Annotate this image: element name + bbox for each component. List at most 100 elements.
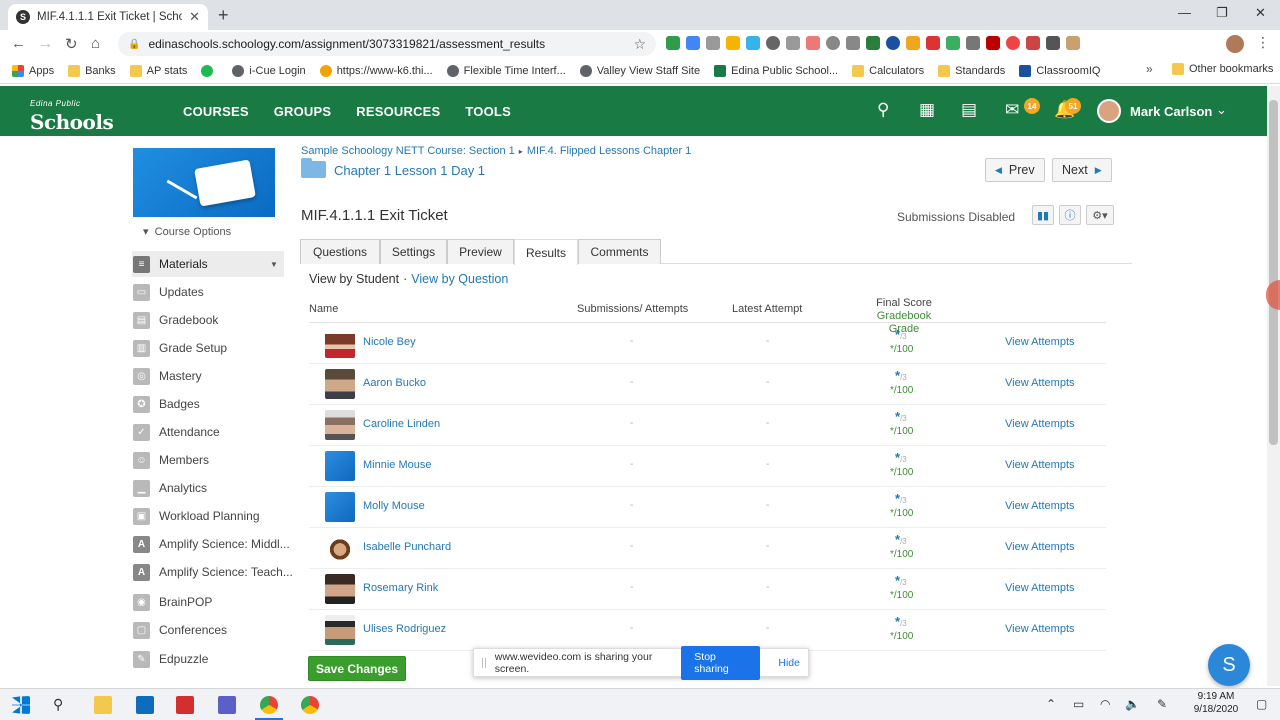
extension-7-icon[interactable] [786, 36, 800, 50]
chevron-down-icon[interactable]: ⌄ [1216, 102, 1227, 118]
extension-3-icon[interactable] [706, 36, 720, 50]
hide-button[interactable]: Hide [778, 657, 800, 669]
drag-handle-icon[interactable] [482, 657, 486, 668]
final-score[interactable]: */3 [895, 532, 907, 547]
forward-icon[interactable]: → [38, 35, 53, 52]
teams-icon[interactable] [218, 696, 236, 714]
wifi-icon[interactable]: ◠ [1100, 697, 1110, 711]
battery-icon[interactable]: ▭ [1073, 697, 1084, 711]
messages-icon[interactable]: ✉ [1005, 100, 1019, 120]
extension-19-icon[interactable] [1026, 36, 1040, 50]
view-attempts-link[interactable]: View Attempts [1005, 459, 1075, 471]
bookmark-flexible-time[interactable]: Flexible Time Interf... [446, 64, 566, 77]
final-score[interactable]: */3 [895, 327, 907, 342]
browser-menu-icon[interactable]: ⋮ [1256, 34, 1270, 51]
bookmark-k6[interactable]: https://www-k6.thi... [319, 64, 433, 77]
user-avatar[interactable] [1097, 99, 1121, 123]
outlook-icon[interactable] [136, 696, 154, 714]
bookmark-icue[interactable]: i-Cue Login [232, 64, 306, 77]
search-icon[interactable]: ⚲ [53, 696, 71, 714]
student-name[interactable]: Rosemary Rink [363, 582, 438, 594]
sidebar-item-members[interactable]: ☺ Members [133, 450, 209, 470]
bookmark-banks[interactable]: Banks [68, 64, 116, 77]
view-attempts-link[interactable]: View Attempts [1005, 336, 1075, 348]
back-icon[interactable]: ← [11, 35, 26, 52]
windows-start-icon[interactable] [12, 696, 30, 714]
tab-comments[interactable]: Comments [578, 239, 661, 264]
student-name[interactable]: Ulises Rodriguez [363, 623, 446, 635]
chrome-icon[interactable] [260, 696, 278, 714]
course-image[interactable] [133, 148, 275, 217]
extension-12-icon[interactable] [886, 36, 900, 50]
sidebar-item-attendance[interactable]: ✓ Attendance [133, 422, 220, 442]
file-explorer-icon[interactable] [94, 696, 112, 714]
nav-resources[interactable]: RESOURCES [356, 104, 440, 119]
view-attempts-link[interactable]: View Attempts [1005, 377, 1075, 389]
bookmark-edina-public[interactable]: Edina Public School... [714, 64, 838, 77]
extension-17-icon[interactable] [986, 36, 1000, 50]
bookmark-star-icon[interactable]: ☆ [633, 36, 646, 53]
extension-11-icon[interactable] [866, 36, 880, 50]
bookmark-calculators[interactable]: Calculators [852, 64, 924, 77]
student-name[interactable]: Minnie Mouse [363, 459, 432, 471]
prev-button[interactable]: ◀ Prev [985, 158, 1045, 182]
sidebar-item-mastery[interactable]: ◎ Mastery [133, 366, 202, 386]
schoology-help-button[interactable]: S [1208, 644, 1250, 686]
sidebar-item-gradebook[interactable]: ▤ Gradebook [133, 310, 218, 330]
sidebar-item-amplify-middle[interactable]: A Amplify Science: Middl... [133, 534, 290, 554]
sidebar-item-workload-planning[interactable]: ▣ Workload Planning [133, 506, 260, 526]
sidebar-item-updates[interactable]: ▭ Updates [133, 282, 204, 302]
reload-icon[interactable]: ↻ [65, 35, 78, 53]
extension-18-icon[interactable] [1006, 36, 1020, 50]
final-score[interactable]: */3 [895, 491, 907, 506]
bookmarks-overflow-icon[interactable]: » [1146, 62, 1153, 76]
taskbar-clock[interactable]: 9:19 AM 9/18/2020 [1186, 690, 1246, 716]
sidebar-item-amplify-teacher[interactable]: A Amplify Science: Teach... [133, 562, 293, 582]
volume-icon[interactable]: 🔈 [1125, 697, 1140, 711]
bookmark-valley-view[interactable]: Valley View Staff Site [579, 64, 700, 77]
notification-center-icon[interactable]: ▢ [1256, 697, 1267, 711]
tab-preview[interactable]: Preview [447, 239, 514, 264]
camera-extension-icon[interactable] [846, 36, 860, 50]
apps-grid-icon[interactable]: ▦ [919, 100, 935, 120]
tab-questions[interactable]: Questions [300, 239, 380, 264]
save-changes-button[interactable]: Save Changes [308, 656, 406, 681]
breadcrumb-course[interactable]: Sample Schoology NETT Course: Section 1 [301, 145, 515, 157]
close-tab-icon[interactable]: ✕ [189, 9, 200, 25]
bookmark-spotify[interactable] [201, 64, 218, 77]
scrollbar-thumb[interactable] [1269, 100, 1278, 445]
stop-sharing-button[interactable]: Stop sharing [681, 645, 761, 680]
student-name[interactable]: Nicole Bey [363, 336, 416, 348]
calendar-icon[interactable]: ▤ [961, 100, 977, 120]
extension-15-icon[interactable] [946, 36, 960, 50]
bookmark-standards[interactable]: Standards [938, 64, 1005, 77]
new-tab-icon[interactable]: + [218, 5, 229, 26]
extension-8-icon[interactable] [806, 36, 820, 50]
restore-icon[interactable]: ❐ [1216, 5, 1228, 21]
final-score[interactable]: */3 [895, 614, 907, 629]
extension-1-icon[interactable] [666, 36, 680, 50]
view-attempts-link[interactable]: View Attempts [1005, 623, 1075, 635]
chevron-up-icon[interactable]: ⌃ [1046, 697, 1056, 711]
final-score[interactable]: */3 [895, 368, 907, 383]
gear-menu-icon[interactable]: ⚙▾ [1086, 205, 1114, 225]
user-name[interactable]: Mark Carlson [1130, 104, 1212, 119]
info-icon[interactable]: ⓘ [1059, 205, 1081, 225]
student-name[interactable]: Molly Mouse [363, 500, 425, 512]
view-by-question-link[interactable]: View by Question [411, 272, 508, 286]
extension-4-icon[interactable] [726, 36, 740, 50]
nav-groups[interactable]: GROUPS [274, 104, 332, 119]
sidebar-item-materials[interactable]: ≡ Materials [133, 254, 208, 274]
bookmark-apps[interactable]: Apps [12, 64, 54, 77]
sidebar-item-conferences[interactable]: ▢ Conferences [133, 620, 227, 640]
view-attempts-link[interactable]: View Attempts [1005, 582, 1075, 594]
folder-title[interactable]: Chapter 1 Lesson 1 Day 1 [334, 163, 485, 178]
extension-6-icon[interactable] [766, 36, 780, 50]
tab-results[interactable]: Results [514, 239, 578, 265]
bookmark-classroomiq[interactable]: ClassroomIQ [1019, 64, 1101, 77]
extension-21-icon[interactable] [1066, 36, 1080, 50]
edina-schools-logo[interactable]: Edina Public Schools DEFINING EXCELLENCE [30, 95, 114, 149]
extension-9-icon[interactable] [826, 36, 840, 50]
breadcrumb-folder[interactable]: MIF.4. Flipped Lessons Chapter 1 [527, 145, 691, 157]
home-icon[interactable]: ⌂ [91, 35, 100, 52]
